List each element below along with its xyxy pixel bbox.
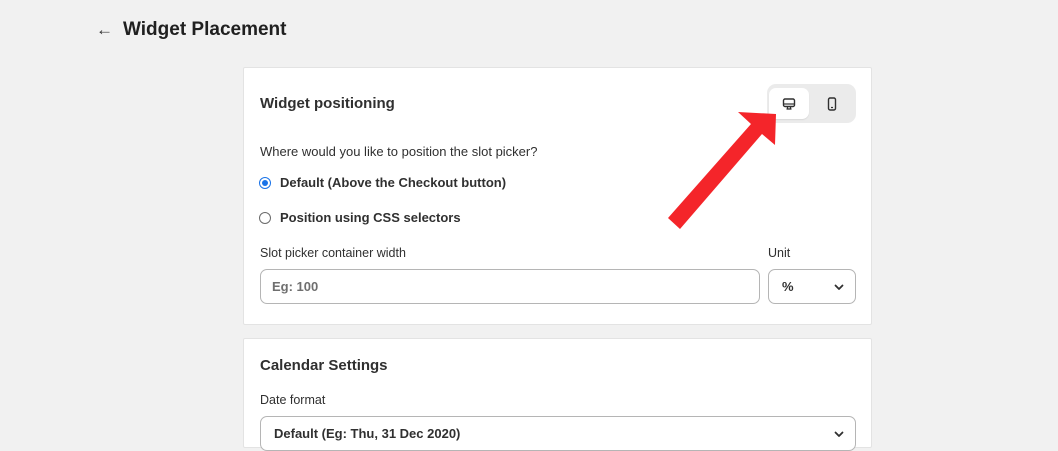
chevron-down-icon — [834, 284, 844, 290]
mobile-view-button[interactable] — [812, 88, 852, 119]
radio-css-selectors[interactable] — [259, 211, 271, 224]
mobile-icon — [827, 96, 837, 111]
chevron-down-icon — [834, 431, 844, 437]
device-view-toggle — [767, 84, 856, 123]
unit-select-value: % — [782, 279, 794, 294]
date-format-value: Default (Eg: Thu, 31 Dec 2020) — [274, 426, 461, 441]
desktop-view-button[interactable] — [769, 88, 809, 119]
unit-label: Unit — [768, 246, 791, 260]
radio-option-default[interactable]: Default (Above the Checkout button) — [259, 175, 506, 190]
date-format-label: Date format — [260, 393, 326, 407]
radio-default-label: Default (Above the Checkout button) — [280, 175, 507, 190]
back-arrow-icon[interactable]: ← — [96, 18, 113, 42]
radio-default[interactable] — [259, 176, 271, 189]
radio-css-selectors-label: Position using CSS selectors — [280, 210, 461, 225]
page-title: Widget Placement — [123, 19, 287, 40]
position-question: Where would you like to position the slo… — [260, 144, 538, 159]
widget-positioning-card: Widget positioning Where would you like … — [243, 67, 872, 325]
date-format-select[interactable]: Default (Eg: Thu, 31 Dec 2020) — [260, 416, 856, 451]
radio-option-css-selectors[interactable]: Position using CSS selectors — [259, 210, 461, 225]
calendar-settings-title: Calendar Settings — [260, 357, 388, 374]
desktop-icon — [782, 97, 796, 110]
unit-select[interactable]: % — [768, 269, 856, 304]
calendar-settings-card: Calendar Settings Date format Default (E… — [243, 338, 872, 451]
widget-positioning-title: Widget positioning — [260, 95, 395, 112]
page-header: ← Widget Placement — [96, 18, 286, 42]
container-width-label: Slot picker container width — [260, 246, 406, 260]
container-width-input[interactable] — [260, 269, 760, 304]
